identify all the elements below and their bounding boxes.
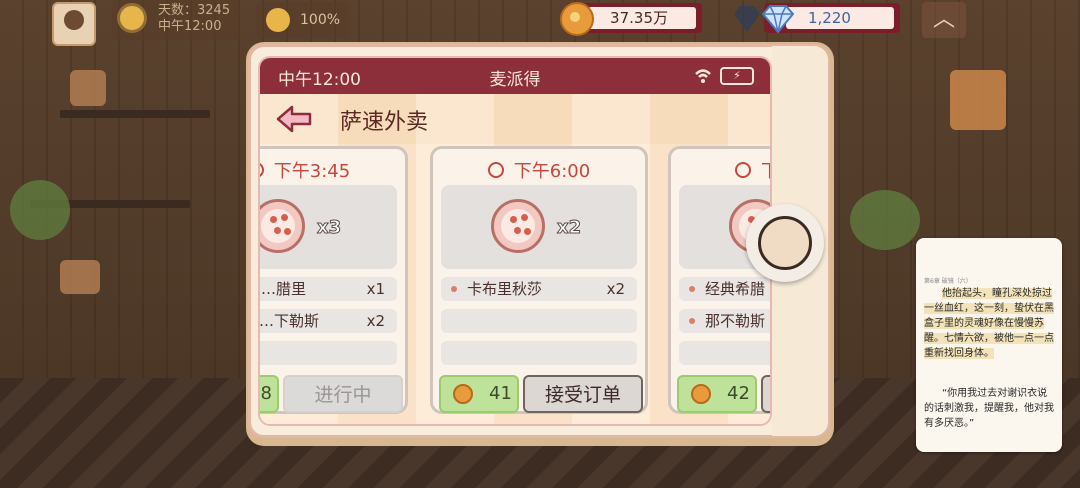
status-bar: 中午12:00 麦派得 ⚡ xyxy=(260,58,770,94)
item-name: 经典希腊 xyxy=(705,280,766,298)
item-qty: x1 xyxy=(366,280,385,298)
reward-badge: 41 xyxy=(439,375,519,413)
reward-value: 41 xyxy=(489,383,512,404)
diamond-icon xyxy=(761,5,795,34)
pizza-icon xyxy=(491,199,545,253)
day-time-text: 天数：3245 中午12:00 xyxy=(158,3,230,35)
player-avatar[interactable] xyxy=(52,2,96,46)
pizza-icon xyxy=(260,199,305,253)
flower-pot xyxy=(60,260,100,294)
coin-value: 37.35万 xyxy=(588,7,696,29)
order-card: 下午3:45 x3 …腊里 x1 …下勒斯 x2 38 进行中 xyxy=(259,146,408,414)
order-item-empty xyxy=(260,341,397,365)
clock-icon xyxy=(735,162,751,178)
smiley-icon xyxy=(266,8,290,32)
item-name: 那不勒斯 xyxy=(705,312,766,330)
order-item: …腊里 x1 xyxy=(260,277,397,301)
accept-order-button[interactable] xyxy=(761,375,770,413)
phone-screen: 中午12:00 麦派得 ⚡ 萨速外卖 下午3:45 x3 …腊里 x1 …下勒斯… xyxy=(258,56,772,426)
novel-reader-card[interactable]: 第6章 破镜（六） 他抬起头，瞳孔深处掠过一丝血红，这一刻，蛰伏在黑盒子里的灵魂… xyxy=(916,238,1062,452)
collapse-up-button[interactable]: ︿ xyxy=(922,2,966,38)
reward-badge: 38 xyxy=(260,375,279,413)
order-card: 下午 经典希腊 那不勒斯 42 xyxy=(668,146,770,414)
order-time: 下午 xyxy=(671,157,770,183)
order-card: 下午6:00 x2 卡布里秋莎 x2 41 接受订单 xyxy=(430,146,648,414)
app-title: 萨速外卖 xyxy=(340,110,429,135)
item-qty: x2 xyxy=(606,280,625,298)
order-item: 卡布里秋莎 x2 xyxy=(441,277,637,301)
flower-pot xyxy=(70,70,106,106)
reward-value: 38 xyxy=(260,383,272,404)
back-arrow-icon[interactable] xyxy=(276,104,312,134)
item-name: 卡布里秋莎 xyxy=(467,280,543,298)
order-time: 下午6:00 xyxy=(433,157,645,183)
coin-icon xyxy=(691,384,711,404)
in-progress-button[interactable]: 进行中 xyxy=(283,375,403,413)
mood-percent: 100% xyxy=(300,12,341,28)
order-time: 下午3:45 xyxy=(260,157,405,183)
battery-icon: ⚡ xyxy=(720,67,754,85)
order-item: …下勒斯 x2 xyxy=(259,309,397,333)
bullet-icon xyxy=(689,286,695,292)
item-name: …腊里 xyxy=(261,280,307,298)
app-header: 萨速外卖 xyxy=(260,94,770,144)
phone-home-button[interactable] xyxy=(746,204,824,282)
item-name: …下勒斯 xyxy=(259,312,320,330)
clock-icon xyxy=(260,162,264,178)
days-label: 天数：3245 xyxy=(158,3,231,18)
order-item: 那不勒斯 xyxy=(679,309,770,333)
bullet-icon xyxy=(451,286,457,292)
item-qty: x2 xyxy=(366,312,385,330)
clock-icon xyxy=(487,162,504,178)
novel-paragraph: 他抬起头，瞳孔深处掠过一丝血红，这一刻，蛰伏在黑盒子里的灵魂好像在慢慢苏醒。七情… xyxy=(924,288,1054,359)
coin-icon xyxy=(453,384,473,404)
order-item: 经典希腊 xyxy=(679,277,770,301)
order-item-empty xyxy=(441,309,637,333)
accept-order-button[interactable]: 接受订单 xyxy=(523,375,643,413)
dish-quantity: x3 xyxy=(316,217,342,239)
coin-icon xyxy=(560,2,594,36)
reward-badge: 42 xyxy=(677,375,757,413)
dish-quantity: x2 xyxy=(556,217,582,239)
bullet-icon xyxy=(689,318,695,324)
dish-box: x3 xyxy=(260,185,397,269)
game-time: 中午12:00 xyxy=(158,19,222,34)
novel-paragraph: “你用我过去对谢识衣说的话刺激我，提醒我，他对我有多厌恶。” xyxy=(924,388,1054,429)
gem-value: 1,220 xyxy=(786,7,894,29)
reward-value: 42 xyxy=(727,383,750,404)
order-item-empty xyxy=(441,341,637,365)
wifi-icon xyxy=(695,69,711,83)
oven-icon[interactable] xyxy=(950,70,1006,130)
plant xyxy=(10,180,70,240)
gem-shadow-icon xyxy=(734,6,760,32)
dish-box: x2 xyxy=(441,185,637,269)
sun-icon xyxy=(120,6,144,30)
shelf xyxy=(60,110,210,118)
plant xyxy=(850,190,920,250)
order-item-empty xyxy=(679,341,770,365)
